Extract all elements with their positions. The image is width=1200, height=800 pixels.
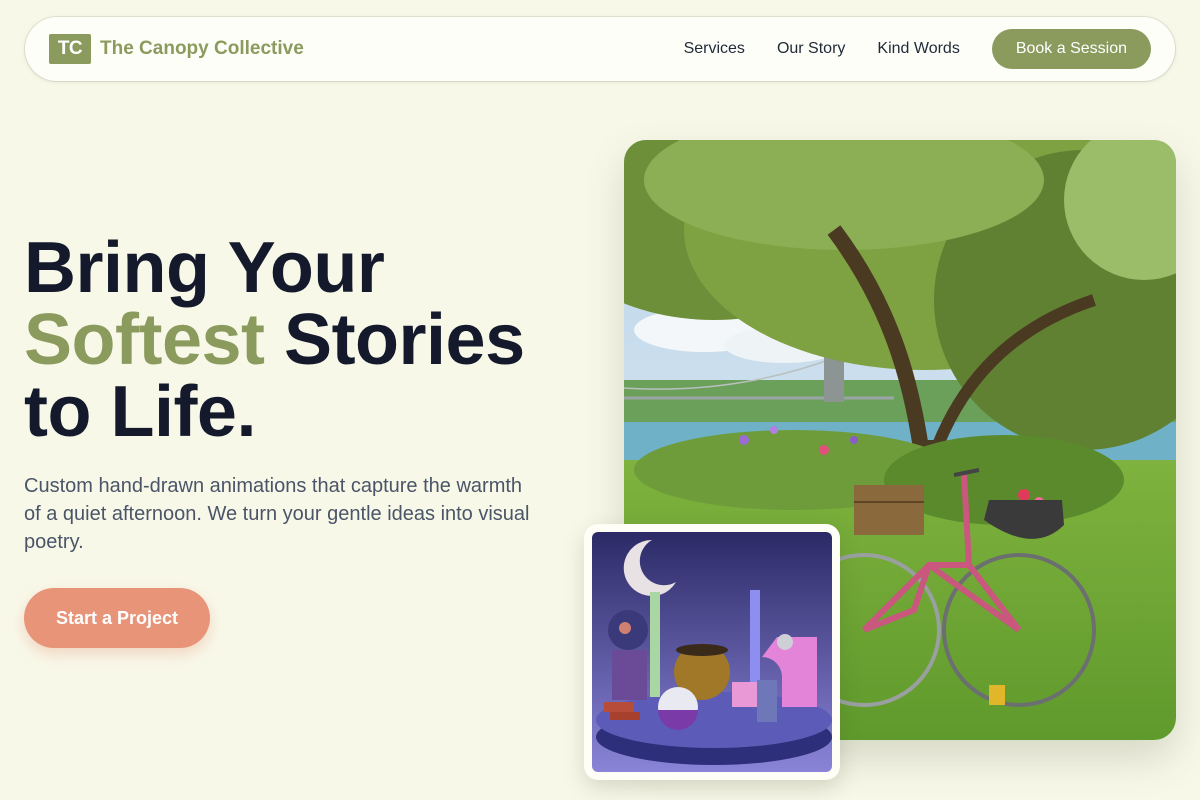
hero-title: Bring Your Softest Stories to Life. (24, 232, 584, 448)
nav-links: Services Our Story Kind Words (684, 40, 960, 58)
top-nav: TC The Canopy Collective Services Our St… (25, 17, 1175, 81)
start-project-button[interactable]: Start a Project (24, 588, 210, 648)
logo-icon[interactable]: TC (49, 34, 91, 64)
book-session-button[interactable]: Book a Session (991, 29, 1151, 69)
hero-title-line3: to Life. (24, 372, 256, 452)
nav-link-kind-words[interactable]: Kind Words (877, 40, 959, 58)
hero-title-line1: Bring Your (24, 228, 385, 308)
hero-title-line2: Stories (284, 300, 525, 380)
secondary-photo (592, 532, 832, 772)
secondary-photo-art (592, 532, 832, 772)
secondary-photo-frame (584, 524, 840, 780)
hero-title-accent: Softest (24, 300, 265, 380)
hero-description: Custom hand-drawn animations that captur… (24, 475, 530, 553)
nav-link-services[interactable]: Services (684, 40, 745, 58)
nav-link-our-story[interactable]: Our Story (777, 40, 845, 58)
brand-name[interactable]: The Canopy Collective (100, 38, 304, 60)
